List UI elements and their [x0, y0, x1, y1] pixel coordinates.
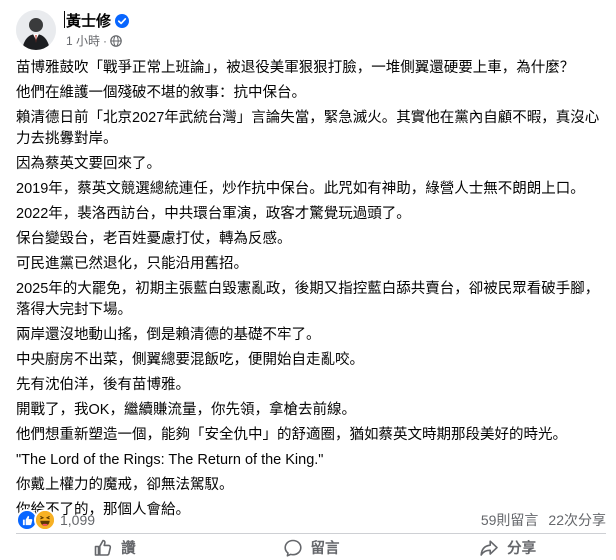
post-timestamp[interactable]: 1 小時	[66, 32, 100, 49]
post-paragraph: 可民進黨已然退化，只能沿用舊招。	[16, 256, 248, 272]
reaction-icons[interactable]	[16, 509, 56, 531]
share-count[interactable]: 22次分享	[548, 510, 606, 530]
comment-icon	[283, 539, 302, 557]
share-icon	[480, 539, 498, 556]
post-meta: 1 小時 ·	[66, 32, 129, 50]
facebook-post: 黃士修 1 小時 · 苗博雅鼓吹「戰爭正常上班論」，被退役美軍狠狠打臉，一堆側翼…	[0, 0, 616, 560]
post-header: 黃士修 1 小時 ·	[16, 10, 130, 50]
actions-divider	[16, 533, 606, 534]
haha-icon	[34, 509, 56, 531]
avatar-image	[16, 10, 56, 50]
share-label: 分享	[507, 541, 537, 557]
post-paragraph: "The Lord of the Rings: The Return of th…	[16, 452, 324, 468]
post-body: 苗博雅鼓吹「戰爭正常上班論」，被退役美軍狠狠打臉，一堆側翼還硬要上車，為什麼？ …	[16, 58, 606, 525]
post-paragraph: 賴清德日前「北京2027年武統台灣」言論失當，緊急滅火。其實他在黨內自顧不暇，真…	[16, 110, 600, 147]
globe-icon[interactable]	[110, 34, 122, 47]
post-paragraph: 先有沈伯洋，後有苗博雅。	[16, 377, 190, 393]
post-paragraph: 兩岸還沒地動山搖，倒是賴清德的基礎不牢了。	[16, 327, 321, 343]
thumbs-up-icon	[94, 539, 112, 556]
post-paragraph: 保台變毀台，老百姓憂慮打仗，轉為反感。	[16, 231, 292, 247]
post-paragraph: 苗博雅鼓吹「戰爭正常上班論」，被退役美軍狠狠打臉，一堆側翼還硬要上車，為什麼？	[16, 60, 575, 76]
post-paragraph: 因為蔡英文要回來了。	[16, 156, 161, 172]
like-label: 讚	[121, 541, 136, 557]
post-paragraph: 他們在維護一個殘破不堪的敘事：抗中保台。	[16, 85, 306, 101]
author-avatar[interactable]	[16, 10, 56, 50]
verified-badge-icon	[115, 13, 130, 28]
header-text: 黃士修 1 小時 ·	[63, 10, 130, 50]
post-paragraph: 他們想重新塑造一個，能夠「安全仇中」的舒適圈，猶如蔡英文時期那段美好的時光。	[16, 427, 567, 443]
post-paragraph: 中央廚房不出菜，側翼總要混飯吃，便開始自走亂咬。	[16, 352, 364, 368]
engagement-stats: 59則留言 22次分享	[481, 510, 606, 530]
comment-count[interactable]: 59則留言	[481, 510, 539, 530]
comment-button[interactable]: 留言	[213, 535, 410, 560]
post-paragraph: 2025年的大罷免，初期主張藍白毀憲亂政，後期又指控藍白舔共賣台，卻被民眾看破手…	[16, 281, 600, 318]
share-button[interactable]: 分享	[409, 535, 606, 560]
author-name[interactable]: 黃士修	[63, 10, 111, 31]
action-bar: 讚 留言 分享	[16, 535, 606, 560]
reaction-count[interactable]: 1,099	[60, 512, 95, 528]
post-paragraph: 你戴上權力的魔戒，卻無法駕馭。	[16, 477, 234, 493]
comment-label: 留言	[310, 541, 340, 557]
meta-separator: ·	[103, 33, 108, 48]
post-paragraph: 2022年，裴洛西訪台，中共環台軍演，政客才驚覺玩過頭了。	[16, 206, 411, 222]
like-button[interactable]: 讚	[16, 535, 213, 560]
reactions-bar: 1,099 59則留言 22次分享	[16, 509, 606, 531]
post-paragraph: 2019年，蔡英文競選總統連任，炒作抗中保台。此咒如有神助，綠營人士無不朗朗上口…	[16, 181, 585, 197]
post-paragraph: 開戰了，我OK，繼續賺流量，你先領，拿槍去前線。	[16, 402, 356, 418]
author-row: 黃士修	[63, 10, 130, 31]
